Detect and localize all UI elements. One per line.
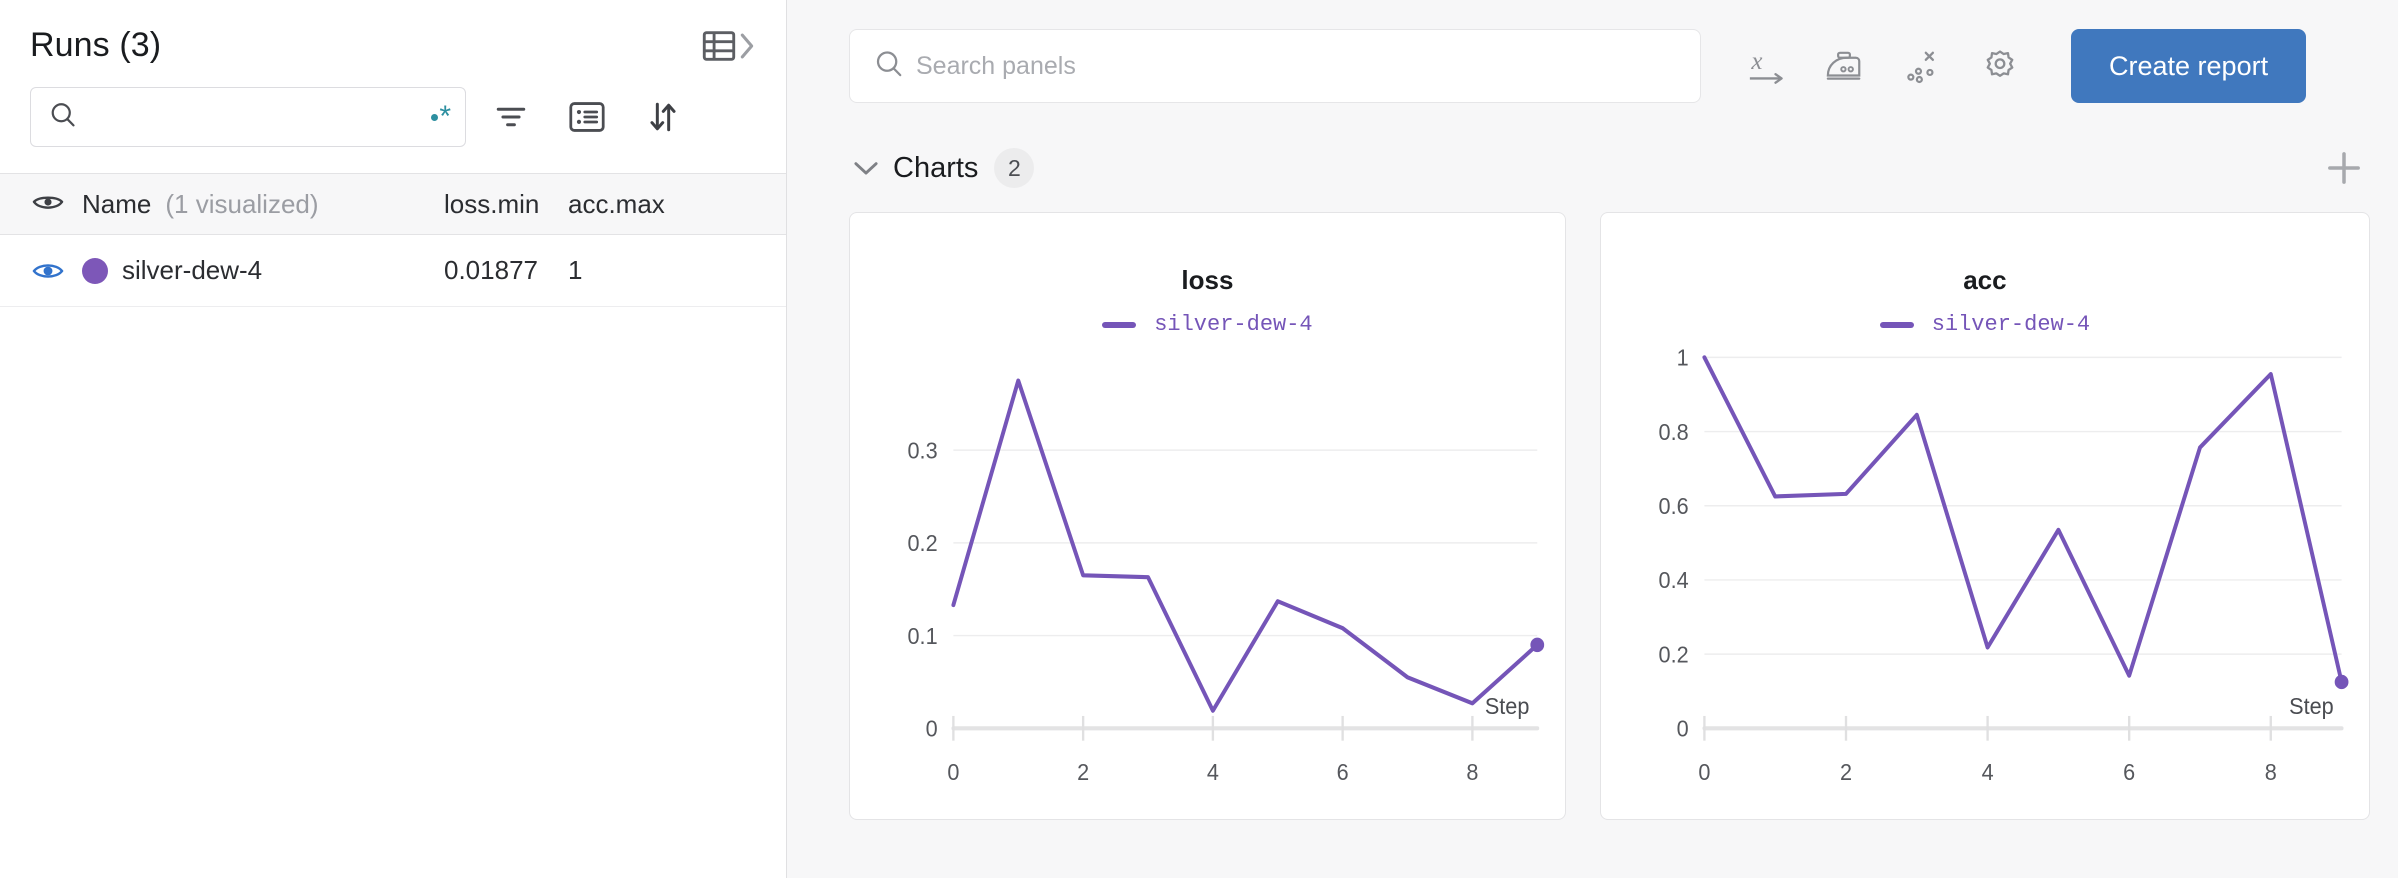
create-report-button[interactable]: Create report (2071, 29, 2306, 103)
svg-text:2: 2 (1840, 759, 1852, 785)
search-icon (49, 101, 77, 134)
legend-swatch-icon (1880, 322, 1914, 328)
legend-swatch-icon (1102, 322, 1136, 328)
svg-text:0.4: 0.4 (1658, 568, 1688, 594)
legend-label: silver-dew-4 (1932, 312, 2090, 337)
svg-text:8: 8 (1466, 759, 1478, 785)
sidebar-header: Runs (3) (0, 0, 786, 65)
chart-title-loss: loss (850, 213, 1565, 296)
runs-search-input[interactable] (31, 88, 465, 146)
filter-icon[interactable] (480, 87, 542, 147)
x-axis-icon[interactable]: x (1727, 29, 1805, 103)
expand-table-button[interactable] (702, 31, 756, 61)
svg-text:0: 0 (926, 716, 938, 742)
page-title: Runs (3) (30, 26, 161, 65)
charts-section-header: Charts 2 (787, 132, 2398, 204)
table-header-row: Name (1 visualized) loss.min acc.max (0, 173, 786, 235)
svg-text:1: 1 (1676, 345, 1688, 371)
svg-text:0.8: 0.8 (1658, 419, 1688, 445)
workspace-toolbar: x (787, 0, 2398, 132)
section-count-badge: 2 (994, 148, 1034, 188)
runs-table: Name (1 visualized) loss.min acc.max sil… (0, 173, 786, 307)
svg-text:6: 6 (1337, 759, 1349, 785)
panel-search-input[interactable] (850, 30, 1700, 102)
app-root: Runs (3) (0, 0, 2398, 878)
chart-legend-acc: silver-dew-4 (1601, 312, 2369, 337)
runs-search-box[interactable]: * (30, 87, 466, 147)
chevron-down-icon[interactable] (849, 159, 883, 177)
charts-panel-grid: loss silver-dew-4 0 0.1 0.2 0.3 0 2 4 6 8 Step ac… (787, 204, 2398, 820)
search-icon (874, 49, 904, 84)
header-cell-acc-max[interactable]: acc.max (568, 189, 708, 220)
row-cell-loss-min: 0.01877 (444, 255, 568, 286)
eye-closed-icon[interactable] (28, 193, 68, 215)
svg-text:0: 0 (947, 759, 959, 785)
chart-title-acc: acc (1601, 213, 2369, 296)
row-label-name: silver-dew-4 (122, 255, 262, 286)
svg-text:2: 2 (1077, 759, 1089, 785)
svg-text:0.2: 0.2 (908, 531, 938, 557)
chevron-right-icon (738, 32, 756, 60)
outliers-icon[interactable] (1883, 29, 1961, 103)
svg-text:6: 6 (2123, 759, 2135, 785)
smoothing-iron-icon[interactable] (1805, 29, 1883, 103)
svg-text:0.1: 0.1 (908, 623, 938, 649)
gear-icon[interactable] (1961, 29, 2039, 103)
row-cell-name[interactable]: silver-dew-4 (0, 255, 444, 286)
chart-panel-loss[interactable]: loss silver-dew-4 0 0.1 0.2 0.3 0 2 4 6 8 Step (849, 212, 1566, 820)
chart-legend-loss: silver-dew-4 (850, 312, 1565, 337)
columns-icon[interactable] (556, 87, 618, 147)
eye-open-icon[interactable] (28, 260, 68, 282)
workspace-main: x (787, 0, 2398, 878)
svg-text:8: 8 (2265, 759, 2277, 785)
sort-icon[interactable] (632, 87, 694, 147)
toolbar-icon-group: x (1727, 29, 2039, 103)
runs-sidebar: Runs (3) (0, 0, 787, 878)
header-label-name: Name (82, 189, 151, 220)
svg-text:x: x (1750, 48, 1762, 75)
run-color-dot (82, 258, 108, 284)
header-cell-name[interactable]: Name (1 visualized) (0, 189, 444, 220)
header-cell-loss-min[interactable]: loss.min (444, 189, 568, 220)
svg-text:4: 4 (1981, 759, 1993, 785)
panel-search-box[interactable] (849, 29, 1701, 103)
svg-text:0.2: 0.2 (1658, 642, 1688, 668)
chart-panel-acc[interactable]: acc silver-dew-4 0 0.2 0.4 0.6 0.8 1 0 2 4 6 8 Step (1600, 212, 2370, 820)
table-icon (702, 31, 736, 61)
regex-dot-star-icon[interactable]: * (431, 108, 451, 126)
section-title: Charts (893, 152, 978, 185)
chart-plot-acc[interactable]: 0 0.2 0.4 0.6 0.8 1 0 2 4 6 8 Step (1601, 345, 2369, 819)
row-cell-acc-max: 1 (568, 255, 708, 286)
header-label-visualized: (1 visualized) (165, 189, 318, 220)
chart-plot-loss[interactable]: 0 0.1 0.2 0.3 0 2 4 6 8 Step (850, 345, 1565, 819)
plus-icon[interactable] (2318, 142, 2370, 194)
svg-text:0.3: 0.3 (908, 438, 938, 464)
svg-text:4: 4 (1207, 759, 1219, 785)
svg-text:Step: Step (1485, 693, 1530, 719)
svg-text:0: 0 (1676, 716, 1688, 742)
svg-text:0: 0 (1698, 759, 1710, 785)
sidebar-search-row: * (0, 65, 786, 173)
legend-label: silver-dew-4 (1154, 312, 1312, 337)
svg-text:0.6: 0.6 (1658, 494, 1688, 520)
svg-text:Step: Step (2289, 693, 2334, 719)
table-row[interactable]: silver-dew-4 0.01877 1 (0, 235, 786, 307)
